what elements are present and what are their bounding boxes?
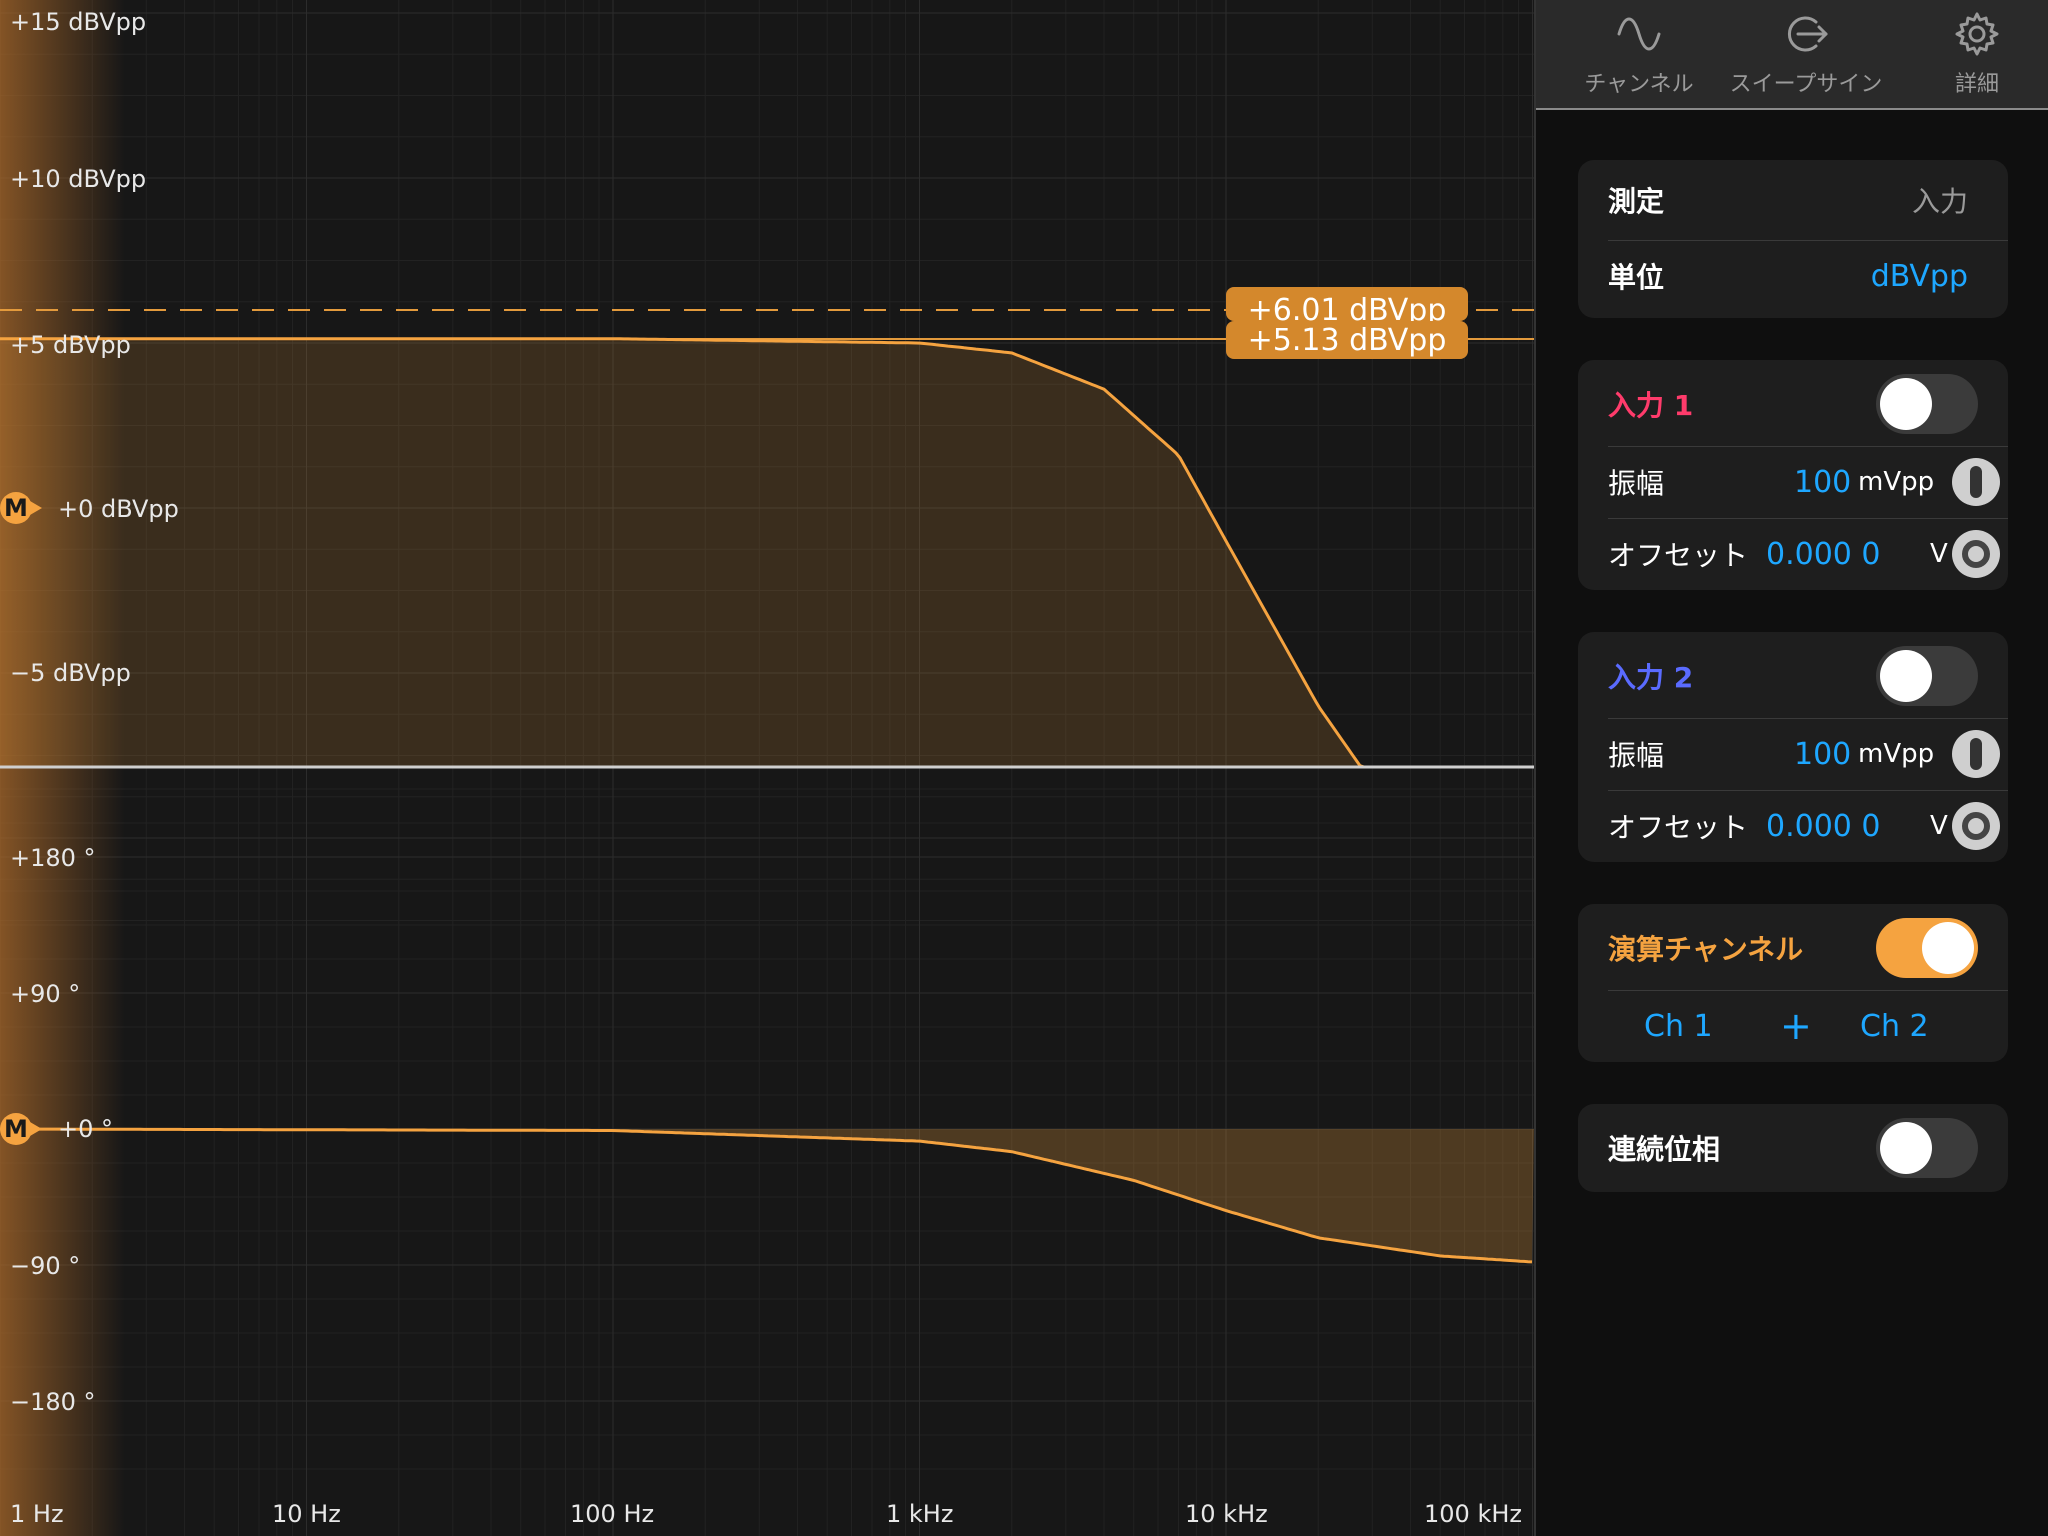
continuous-phase-label: 連続位相 (1608, 1133, 1721, 1166)
input-1-amplitude-unit: mVpp (1858, 467, 1935, 497)
input-1-amplitude-knob[interactable] (1952, 458, 2000, 506)
tab-bar: チャンネル スイープサイン 詳細 (1536, 0, 2048, 110)
input-1-offset-knob[interactable] (1952, 530, 2000, 578)
cursor-readout-1[interactable]: +6.01 dBVpp (1226, 287, 1468, 321)
input-2-offset-value[interactable]: 0.000 0 (1766, 790, 1881, 862)
measure-value: 入力 (1911, 185, 1968, 218)
math-channel-title: 演算チャンネル (1608, 933, 1804, 966)
input-2-amplitude-row: 振幅 100 mVpp (1578, 718, 2008, 790)
measure-label: 測定 (1608, 185, 1665, 218)
input-2-amplitude-unit: mVpp (1858, 739, 1935, 769)
tab-details-label: 詳細 (1954, 72, 1999, 97)
input-1-offset-unit: V (1930, 539, 1948, 569)
input-1-header: 入力 1 (1578, 368, 2008, 440)
unit-row[interactable]: 単位 dBVpp (1578, 240, 2008, 312)
toggle-knob (1880, 650, 1932, 702)
input-1-amplitude-value[interactable]: 100 (1794, 446, 1851, 518)
input-2-amplitude-value[interactable]: 100 (1794, 718, 1851, 790)
phase-label-minus180: −180 ° (10, 1388, 96, 1416)
gear-icon (1955, 12, 1999, 56)
math-channel-toggle[interactable] (1876, 918, 1978, 978)
plot-area[interactable]: +15 dBVpp +10 dBVpp +5 dBVpp +0 dBVpp −5… (0, 0, 1534, 1536)
magnitude-marker[interactable]: M (0, 492, 42, 524)
math-operator[interactable]: + (1780, 990, 1812, 1062)
math-channel-a[interactable]: Ch 1 (1644, 990, 1713, 1062)
input-1-card: 入力 1 振幅 100 mVpp オフセット 0.000 0 V (1578, 360, 2008, 590)
x-label-1hz: 1 Hz (10, 1500, 64, 1528)
phase-fill (0, 1129, 1534, 1262)
magnitude-fill (0, 338, 1465, 767)
input-1-offset-row: オフセット 0.000 0 V (1578, 518, 2008, 590)
sweep-export-icon (1787, 16, 1828, 52)
input-2-offset-unit: V (1930, 811, 1948, 841)
math-expression-row: Ch 1 + Ch 2 (1578, 990, 2008, 1062)
input-2-amplitude-knob[interactable] (1952, 730, 2000, 778)
unit-value[interactable]: dBVpp (1871, 240, 1968, 312)
x-label-1khz: 1 kHz (886, 1500, 954, 1528)
input-2-offset-row: オフセット 0.000 0 V (1578, 790, 2008, 862)
settings-panel: チャンネル スイープサイン 詳細 測定 入力 単位 dBVpp 入力 1 振幅 … (1534, 0, 2048, 1536)
math-channel-card: 演算チャンネル Ch 1 + Ch 2 (1578, 904, 2008, 1062)
input-2-title: 入力 2 (1608, 661, 1694, 694)
unit-label: 単位 (1608, 261, 1665, 294)
x-label-10hz: 10 Hz (272, 1500, 341, 1528)
input-1-amplitude-row: 振幅 100 mVpp (1578, 446, 2008, 518)
x-label-100hz: 100 Hz (570, 1500, 655, 1528)
phase-marker[interactable]: M (0, 1113, 42, 1145)
input-2-amplitude-label: 振幅 (1608, 739, 1665, 772)
math-channel-b[interactable]: Ch 2 (1860, 990, 1929, 1062)
phase-label-90: +90 ° (10, 980, 81, 1008)
mag-label-15: +15 dBVpp (10, 8, 147, 36)
math-channel-header: 演算チャンネル (1578, 912, 2008, 984)
input-1-offset-label: オフセット (1608, 539, 1749, 572)
input-2-card: 入力 2 振幅 100 mVpp オフセット 0.000 0 V (1578, 632, 2008, 862)
measure-row[interactable]: 測定 入力 (1578, 164, 2008, 236)
input-1-title: 入力 1 (1608, 389, 1694, 422)
toggle-knob (1922, 922, 1974, 974)
tab-sweep-sine-label: スイープサイン (1729, 72, 1883, 97)
input-1-offset-value[interactable]: 0.000 0 (1766, 518, 1881, 590)
input-2-offset-label: オフセット (1608, 811, 1749, 844)
tab-channel-label: チャンネル (1584, 72, 1694, 97)
continuous-phase-row: 連続位相 (1578, 1112, 2008, 1184)
toggle-knob (1880, 1122, 1932, 1174)
mag-label-minus5: −5 dBVpp (10, 659, 131, 687)
input-1-amplitude-label: 振幅 (1608, 467, 1665, 500)
input-2-offset-knob[interactable] (1952, 802, 2000, 850)
tab-sweep-sine[interactable]: スイープサイン (1716, 0, 1896, 108)
phase-label-0: +0 ° (58, 1115, 114, 1143)
tab-details[interactable]: 詳細 (1922, 0, 2032, 108)
phase-label-minus90: −90 ° (10, 1252, 81, 1280)
input-2-header: 入力 2 (1578, 640, 2008, 712)
mag-label-5: +5 dBVpp (10, 331, 131, 359)
mag-label-10: +10 dBVpp (10, 165, 147, 193)
toggle-knob (1880, 378, 1932, 430)
measurement-card: 測定 入力 単位 dBVpp (1578, 160, 2008, 318)
input-2-toggle[interactable] (1876, 646, 1978, 706)
cursor-readout-2[interactable]: +5.13 dBVpp (1226, 321, 1468, 359)
bode-plot[interactable] (0, 0, 1534, 1536)
continuous-phase-toggle[interactable] (1876, 1118, 1978, 1178)
x-label-100khz: 100 kHz (1424, 1500, 1522, 1528)
phase-label-180: +180 ° (10, 844, 96, 872)
continuous-phase-card: 連続位相 (1578, 1104, 2008, 1192)
sine-wave-icon (1617, 17, 1661, 51)
x-label-10khz: 10 kHz (1185, 1500, 1268, 1528)
tab-channel[interactable]: チャンネル (1564, 0, 1714, 108)
input-1-toggle[interactable] (1876, 374, 1978, 434)
mag-label-0: +0 dBVpp (58, 495, 179, 523)
